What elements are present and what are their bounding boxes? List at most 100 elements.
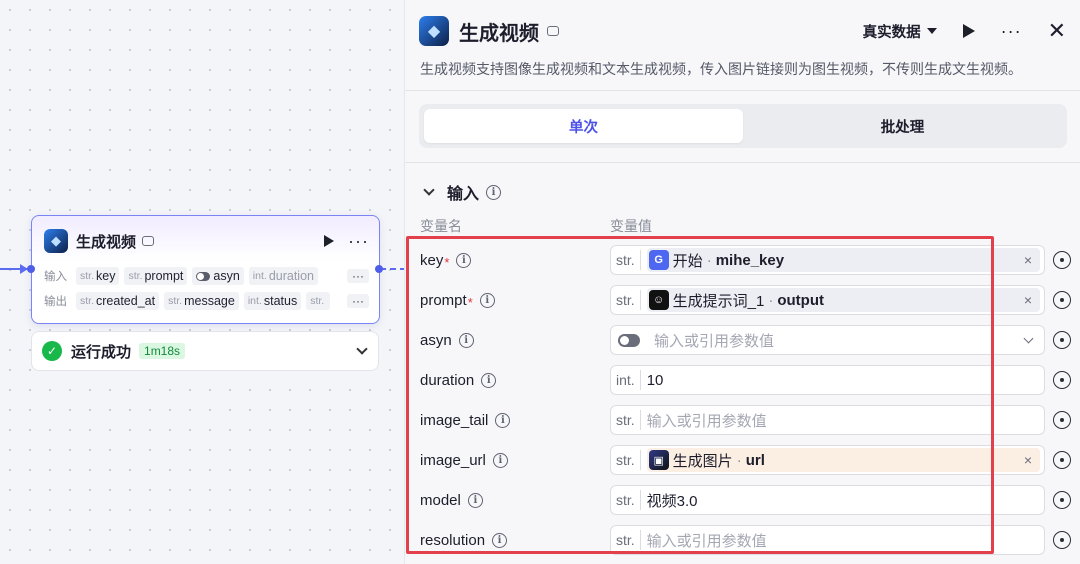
type-tag: str. [615, 530, 641, 550]
node-inputs-row: 输入 str. key str. prompt asyn int. duration … [44, 266, 369, 286]
param-input-model[interactable]: str. 视频3.0 [610, 485, 1045, 515]
clear-icon[interactable]: × [1024, 252, 1032, 268]
video-app-icon: ◆ [419, 16, 449, 46]
clear-icon[interactable]: × [1024, 452, 1032, 468]
info-icon[interactable]: i [479, 292, 495, 308]
tab-single[interactable]: 单次 [424, 109, 743, 143]
type-tag: str. [615, 490, 641, 510]
more-options-icon[interactable]: ··· [348, 232, 369, 250]
plugin-badge-icon [142, 236, 155, 246]
divider [405, 90, 1080, 91]
param-name: image_tail i [420, 412, 610, 429]
toggle-type-icon [618, 333, 640, 347]
info-icon[interactable]: i [458, 332, 474, 348]
param-row-model: model i str. 视频3.0 [420, 485, 1071, 515]
close-icon[interactable]: ✕ [1048, 20, 1066, 42]
param-input-resolution[interactable]: str. 输入或引用参数值 [610, 525, 1045, 555]
reference-picker-icon[interactable] [1053, 531, 1071, 549]
run-time-badge: 1m18s [139, 343, 186, 359]
reference-picker-icon[interactable] [1053, 411, 1071, 429]
info-icon[interactable]: i [486, 184, 502, 200]
input-chip-asyn: asyn [192, 267, 244, 285]
run-test-icon[interactable] [962, 24, 975, 38]
caret-down-icon [926, 28, 937, 34]
required-mark: * [444, 254, 450, 270]
chevron-down-icon[interactable] [1023, 333, 1034, 344]
type-tag: str. [615, 410, 641, 430]
output-chip-message: str. message [164, 292, 239, 310]
type-tag: str. [615, 250, 641, 270]
param-name: image_url i [420, 452, 610, 469]
param-name: model i [420, 492, 610, 509]
type-tag: str. [615, 450, 641, 470]
param-input-duration[interactable]: int. 10 [610, 365, 1045, 395]
type-tag: int. [615, 370, 641, 390]
column-name-header: 变量名 [420, 218, 462, 234]
source-node-icon: ▣ [648, 450, 669, 470]
reference-picker-icon[interactable] [1053, 331, 1071, 349]
reference-picker-icon[interactable] [1053, 291, 1071, 309]
param-value: 视频3.0 [646, 492, 698, 510]
param-input-image-tail[interactable]: str. 输入或引用参数值 [610, 405, 1045, 435]
node-outputs-row: 输出 str. created_at str. message int. status… [44, 291, 369, 311]
mode-tabs: 单次 批处理 [419, 104, 1067, 148]
param-value: 10 [646, 371, 664, 389]
param-row-image-url: image_url i str. ▣ 生成图片 · url × [420, 445, 1071, 475]
column-value-header: 变量值 [610, 218, 652, 234]
param-input-image-url[interactable]: str. ▣ 生成图片 · url × [610, 445, 1045, 475]
run-status-text: 运行成功 [71, 343, 132, 361]
incoming-edge [0, 264, 30, 274]
video-app-icon: ◆ [44, 229, 68, 253]
variable-reference-tag[interactable]: ▣ 生成图片 · url × [646, 448, 1040, 472]
clear-icon[interactable]: × [1024, 292, 1032, 308]
outgoing-edge [380, 268, 406, 270]
info-icon[interactable]: i [481, 372, 497, 388]
param-placeholder: 输入或引用参数值 [646, 532, 767, 550]
check-circle-icon: ✓ [42, 341, 62, 361]
required-mark: * [467, 294, 473, 310]
more-options-icon[interactable]: ··· [1001, 22, 1022, 40]
param-name: duration i [420, 372, 610, 389]
node-config-panel: ◆ 生成视频 真实数据 ··· ✕ 生成视频支持图像生成视频和文本生成视频，传入… [404, 0, 1080, 564]
variable-reference-tag[interactable]: G 开始 · mihe_key × [646, 248, 1040, 272]
outputs-more-button[interactable]: ··· [347, 294, 369, 308]
tab-batch[interactable]: 批处理 [743, 109, 1062, 143]
source-node-icon: G [648, 250, 669, 270]
reference-picker-icon[interactable] [1053, 451, 1071, 469]
section-title: 输入 [447, 186, 480, 203]
param-name: resolution i [420, 532, 610, 549]
param-placeholder: 输入或引用参数值 [654, 332, 775, 350]
panel-description: 生成视频支持图像生成视频和文本生成视频，传入图片链接则为图生视频，不传则生成文生… [420, 61, 1022, 77]
param-input-asyn[interactable]: 输入或引用参数值 [610, 325, 1045, 355]
chevron-down-icon[interactable] [356, 343, 368, 355]
chevron-down-icon[interactable] [423, 184, 435, 196]
info-icon[interactable]: i [456, 252, 472, 268]
param-input-key[interactable]: str. G 开始 · mihe_key × [610, 245, 1045, 275]
node-output-port[interactable] [375, 265, 383, 273]
param-name: key * i [420, 251, 610, 270]
param-row-duration: duration i int. 10 [420, 365, 1071, 395]
reference-picker-icon[interactable] [1053, 251, 1071, 269]
input-chip-prompt: str. prompt [124, 267, 188, 285]
reference-picker-icon[interactable] [1053, 491, 1071, 509]
data-source-select[interactable]: 真实数据 [863, 21, 937, 42]
inputs-more-button[interactable]: ··· [347, 269, 369, 283]
reference-picker-icon[interactable] [1053, 371, 1071, 389]
run-status-bar[interactable]: ✓ 运行成功 1m18s [31, 331, 379, 371]
node-input-port[interactable] [27, 265, 35, 273]
param-input-prompt[interactable]: str. ☺ 生成提示词_1 · output × [610, 285, 1045, 315]
info-icon[interactable]: i [467, 492, 483, 508]
info-icon[interactable]: i [492, 452, 508, 468]
param-row-image-tail: image_tail i str. 输入或引用参数值 [420, 405, 1071, 435]
run-node-icon[interactable] [324, 235, 335, 247]
toggle-icon [196, 271, 211, 281]
variable-reference-tag[interactable]: ☺ 生成提示词_1 · output × [646, 288, 1040, 312]
source-node-icon: ☺ [648, 290, 669, 310]
video-node-card[interactable]: ◆ 生成视频 ··· 输入 str. key str. prompt asyn in… [31, 215, 380, 324]
panel-title: 生成视频 [459, 22, 539, 45]
plugin-badge-icon [547, 26, 559, 36]
info-icon[interactable]: i [495, 412, 511, 428]
inputs-section-header[interactable]: 输入 i [421, 180, 502, 204]
output-chip-status: int. status [243, 292, 302, 310]
info-icon[interactable]: i [492, 532, 508, 548]
